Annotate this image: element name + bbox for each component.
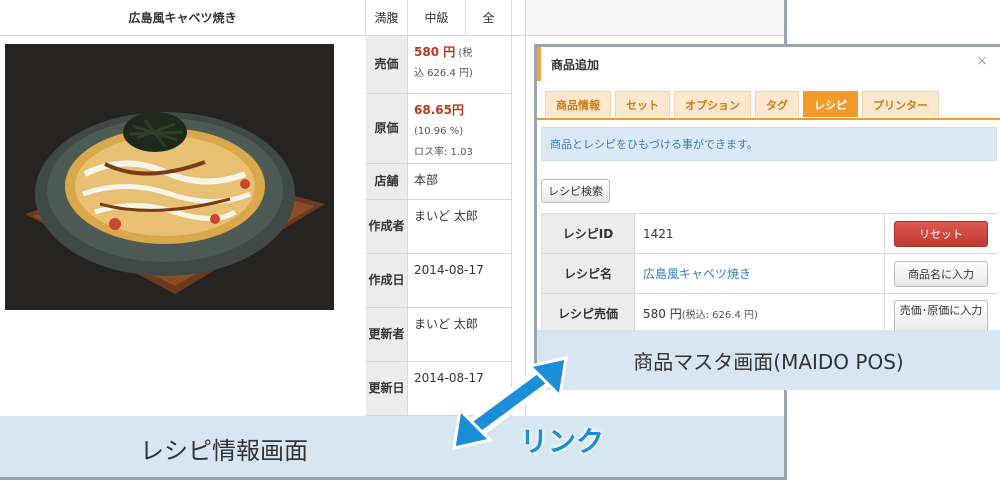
action-cell: リセット: [885, 214, 997, 253]
stat-fullness: 満腹: [366, 0, 408, 36]
tab-product-info[interactable]: 商品情報: [545, 91, 611, 117]
label-updater: 更新者: [366, 308, 408, 361]
label-updated: 更新日: [366, 362, 408, 415]
okonomiyaki-image: [5, 44, 334, 310]
value-created: 2014-08-17: [408, 254, 512, 307]
price-suffix: (税: [455, 48, 473, 59]
value-creator: まいど 太郎: [408, 200, 512, 253]
loss-rate: ロス率: 1.03: [414, 146, 473, 158]
reset-button[interactable]: リセット: [894, 220, 988, 247]
recipe-price: 580 円: [643, 307, 682, 321]
stat-level: 中級: [408, 0, 466, 36]
row-price: 売価 580 円 (税 込 626.4 円): [366, 36, 512, 94]
row-creator: 作成者 まいど 太郎: [366, 200, 512, 254]
label-creator: 作成者: [366, 200, 408, 253]
action-cell: 売価･原価に入力: [885, 294, 997, 338]
cost-main: 68.65円: [414, 103, 464, 117]
value-recipe-price: 580 円 (税込: 626.4 円): [635, 294, 885, 333]
label-recipe-id: レシピID: [541, 214, 635, 253]
tab-recipe[interactable]: レシピ: [803, 91, 858, 117]
dialog-tabs: 商品情報 セット オプション タグ レシピ プリンター: [545, 91, 939, 119]
info-banner: 商品とレシピをひもづける事ができます。: [541, 127, 997, 161]
tab-underline: [537, 118, 1000, 120]
label-recipe-name: レシピ名: [541, 254, 635, 293]
action-cell: 商品名に入力: [885, 254, 997, 293]
label-cost: 原価: [366, 94, 408, 163]
tab-set[interactable]: セット: [615, 91, 670, 117]
price-main: 580 円: [414, 45, 456, 59]
label-price: 売価: [366, 36, 408, 93]
dialog-title: 商品追加: [537, 47, 1000, 81]
header-spacer: [512, 0, 526, 36]
recipe-name-link[interactable]: 広島風キャベツ焼き: [635, 254, 885, 293]
link-label: リンク: [520, 425, 605, 458]
label-store: 店舗: [366, 164, 408, 199]
recipe-price-tax: (税込: 626.4 円): [681, 310, 758, 321]
tab-option[interactable]: オプション: [674, 91, 751, 117]
right-caption-band: 商品マスタ画面(MAIDO POS): [534, 330, 1000, 390]
label-recipe-price: レシピ売価: [541, 294, 635, 333]
row-created: 作成日 2014-08-17: [366, 254, 512, 308]
fill-product-name-button[interactable]: 商品名に入力: [894, 260, 988, 287]
header-right-area: [526, 0, 784, 36]
value-price: 580 円 (税 込 626.4 円): [408, 36, 512, 93]
close-icon[interactable]: ×: [976, 53, 988, 69]
row-store: 店舗 本部: [366, 164, 512, 200]
recipe-title: 広島風キャベツ焼き: [0, 0, 366, 36]
recipe-search-button[interactable]: レシピ検索: [541, 179, 610, 203]
cost-ratio: (10.96 %): [414, 126, 464, 138]
label-created: 作成日: [366, 254, 408, 307]
row-cost: 原価 68.65円 (10.96 %) ロス率: 1.03: [366, 94, 512, 164]
dish-photo: [5, 44, 334, 310]
table-row: レシピ名 広島風キャベツ焼き 商品名に入力: [541, 254, 997, 294]
right-caption: 商品マスタ画面(MAIDO POS): [633, 349, 904, 374]
recipe-link-table: レシピID 1421 リセット レシピ名 広島風キャベツ焼き 商品名に入力 レシ…: [541, 213, 997, 338]
tab-printer[interactable]: プリンター: [862, 91, 939, 117]
table-row: レシピ売価 580 円 (税込: 626.4 円) 売価･原価に入力: [541, 294, 997, 338]
value-store: 本部: [408, 164, 512, 199]
value-cost: 68.65円 (10.96 %) ロス率: 1.03: [408, 94, 512, 163]
stat-all: 全: [466, 0, 512, 36]
table-row: レシピID 1421 リセット: [541, 214, 997, 254]
value-recipe-id: 1421: [635, 214, 885, 253]
left-caption: レシピ情報画面: [140, 436, 308, 465]
tab-tag[interactable]: タグ: [755, 91, 799, 117]
price-tax: 込 626.4 円): [414, 68, 473, 80]
left-caption-band: レシピ情報画面: [0, 416, 784, 477]
